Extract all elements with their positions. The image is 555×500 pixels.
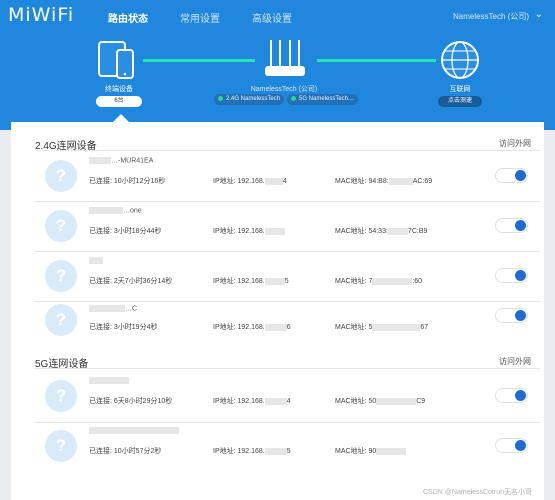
miwifi-logo[interactable]: MiWiFi [8,4,74,26]
toggle-knob [515,270,526,281]
connected-time: 已连接: 10小时12分16秒 [89,178,166,185]
internet-access-toggle[interactable] [495,218,528,233]
device-name [89,377,129,384]
connected-time: 已连接: 3小时19分4秒 [89,324,158,331]
connected-time: 已连接: 2天7小时36分14秒 [89,278,173,285]
access-internet-label: 访问外网 [499,357,531,366]
ip-address: IP地址: 192.168. 5 [213,447,291,455]
status-dot-icon [291,95,296,101]
toggle-knob [515,440,526,451]
ip-address: IP地址: 192.168. [213,226,285,236]
device-row[interactable]: ? 已连接: 10小时57分2秒 IP地址: 192.168. 5 MAC地址: … [35,422,540,470]
device-avatar: ? [45,260,77,292]
router-name: NamelessTech (公司) [250,86,318,93]
nav-advanced-settings[interactable]: 高级设置 [252,10,292,25]
ip-address: IP地址: 192.168. 4 [213,397,291,405]
active-pointer [113,114,129,122]
device-avatar: ? [45,430,77,462]
divider [35,368,540,369]
link-line-left [143,59,255,62]
device-panel: 2.4G连网设备 访问外网 ? …-MUR41EA 已连接: 10小时12分16… [11,122,544,500]
internet-label: 互联网 [449,86,471,93]
device-avatar: ? [45,210,77,242]
link-line-right [317,59,436,62]
mac-address: MAC地址: 5 67 [335,323,429,331]
toggle-knob [515,310,526,321]
toggle-knob [515,170,526,181]
top-header: MiWiFi 路由状态 常用设置 高级设置 NamelessTech (公司) … [0,0,555,130]
device-name: …one [89,207,142,214]
access-internet-label: 访问外网 [499,139,531,148]
terminal-count-badge[interactable]: 6台 [96,96,142,107]
device-name [89,427,179,434]
terminal-devices-label: 终端设备 [105,86,133,93]
ip-address: IP地址: 192.168. 5 [213,277,289,285]
mac-address: MAC地址: 54:33: 7C:B9 [335,227,428,235]
internet-access-toggle[interactable] [495,438,528,453]
nav-router-status[interactable]: 路由状态 [108,10,148,25]
device-name [89,257,103,264]
watermark: CSDN @NamelessCotrun无名小哥 [422,489,532,496]
device-row[interactable]: ? 已连接: 6天8小时29分10秒 IP地址: 192.168. 4 MAC地址… [35,372,540,420]
connected-time: 已连接: 10小时57分2秒 [89,448,162,455]
mac-address: MAC地址: 94:B8: AC:69 [335,177,433,185]
internet-access-toggle[interactable] [495,268,528,283]
terminal-devices-icon[interactable] [95,40,141,87]
connected-time: 已连接: 6天8小时29分10秒 [89,398,173,405]
device-row[interactable]: ? …one 已连接: 3小时18分44秒 IP地址: 192.168. MAC… [35,202,540,250]
mac-address: MAC地址: 90 [335,446,407,456]
toggle-knob [515,390,526,401]
divider [35,150,540,151]
status-dot-icon [218,95,223,101]
toggle-knob [515,220,526,231]
mac-address: MAC地址: 7:60 [335,277,423,285]
device-row[interactable]: ? …C 已连接: 3小时19分4秒 IP地址: 192.168. 6 MAC地址… [35,292,540,340]
internet-access-toggle[interactable] [495,168,528,183]
internet-access-toggle[interactable] [495,388,528,403]
nav-common-settings[interactable]: 常用设置 [180,10,220,25]
router-icon[interactable] [263,38,307,85]
ssid-5g[interactable]: 5G NamelessTech… [287,94,359,105]
device-name: …-MUR41EA [89,157,153,164]
device-name: …C [89,305,137,312]
device-avatar: ? [45,304,77,336]
device-avatar: ? [45,380,77,412]
connected-time: 已连接: 3小时18分44秒 [89,228,162,235]
mac-address: MAC地址: 50 C9 [335,397,426,405]
internet-access-toggle[interactable] [495,308,528,323]
account-name[interactable]: NamelessTech (公司) [453,11,529,22]
device-avatar: ? [45,160,77,192]
ssid-24g[interactable]: 2.4G NamelessTech [214,94,285,105]
ip-address: IP地址: 192.168. 4 [213,177,287,185]
globe-icon[interactable] [440,40,480,85]
ip-address: IP地址: 192.168. 6 [213,323,291,331]
speed-test-button[interactable]: 点击测速 [438,96,482,107]
chevron-down-icon[interactable]: ⌄ [535,9,543,20]
device-row[interactable]: ? …-MUR41EA 已连接: 10小时12分16秒 IP地址: 192.16… [35,152,540,200]
